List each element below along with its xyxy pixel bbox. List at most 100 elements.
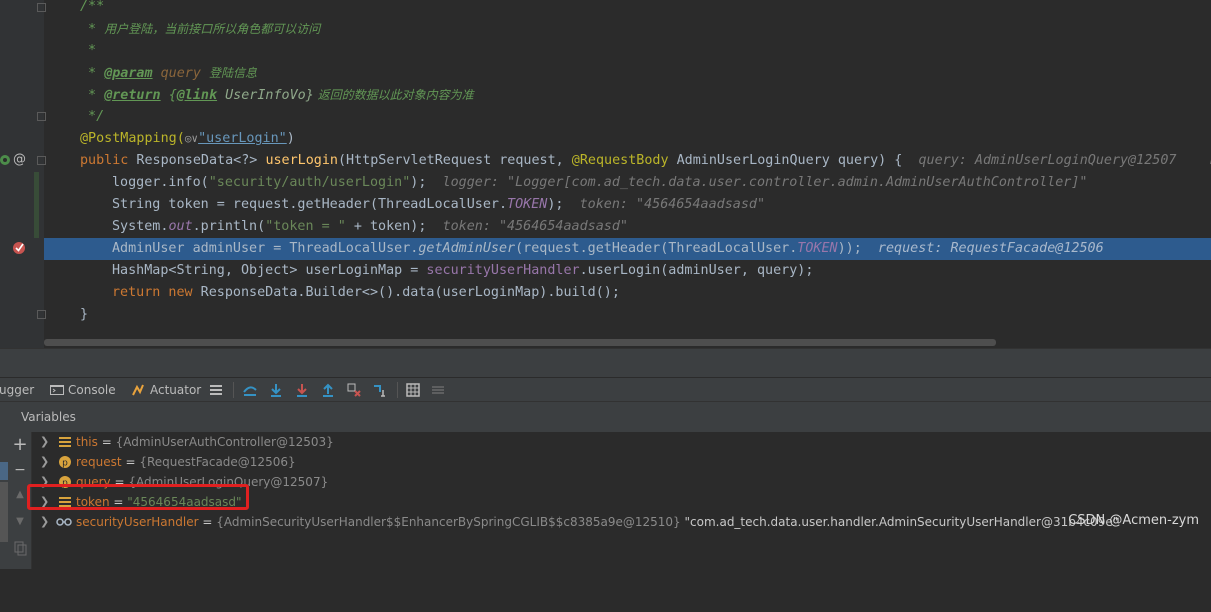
comment-text: 用户登陆，当前接口所以角色都可以访问 [104,22,321,36]
code-line: String token = request.getHeader(ThreadL… [44,194,1211,216]
inline-debug-value: logger: "Logger[com.ad_tech.data.user.co… [442,175,1088,190]
toolbar-separator [397,382,398,398]
code-text: (HttpServletRequest request, [338,153,572,168]
variable-row-this[interactable]: ❯ this = {AdminUserAuthController@12503} [32,432,1211,452]
variable-row-request[interactable]: ❯ p request = {RequestFacade@12506} [32,452,1211,472]
variable-name: request [76,455,122,469]
comment-text: 返回的数据以此对象内容为准 [313,88,474,102]
frame-list-edge [0,482,8,542]
watch-icon [56,518,72,526]
step-into-icon[interactable] [294,382,310,398]
frames-panel-edge[interactable] [0,402,8,569]
closing-brace: } [80,307,89,322]
equals-sign: = [97,435,116,449]
add-watch-icon[interactable]: + [12,436,28,454]
trace-stream-icon[interactable] [430,382,446,398]
chevron-right-icon[interactable]: ❯ [40,432,49,452]
code-text: + token); [345,219,427,234]
vcs-change-marker [34,172,39,194]
javadoc-param-name: query [160,66,201,81]
variable-tostring: "com.ad_tech.data.user.handler.AdminSecu… [680,515,1119,529]
tab-console[interactable]: Console [68,378,116,402]
copy-icon[interactable] [12,540,28,556]
static-method: getAdminUser [418,241,516,256]
comment-brace: { [168,88,177,103]
inline-debug-value: request: RequestFacade@12506 [877,241,1104,256]
code-line: */ [44,106,1211,128]
code-line: * 用户登陆，当前接口所以角色都可以访问 [44,18,1211,40]
comment-text: /** [80,0,105,14]
show-execution-point-icon[interactable] [242,382,258,398]
variable-row-securityuserhandler[interactable]: ❯ securityUserHandler = {AdminSecurityUs… [32,512,1211,532]
comment-star: * [80,43,97,58]
code-text: AdminUserLoginQuery query) { [668,153,903,168]
javadoc-tag: @param [104,66,153,81]
code-text: HashMap<String, Object> userLoginMap = [112,263,427,278]
code-line: * @return {@link UserInfoVo} 返回的数据以此对象内容… [44,84,1211,106]
code-line: logger.info("security/auth/userLogin"); … [44,172,1211,194]
horizontal-scrollbar[interactable] [44,339,996,346]
mapping-string[interactable]: "userLogin" [198,131,287,146]
keyword: return new [112,285,193,300]
chevron-right-icon[interactable]: ❯ [40,512,49,532]
comment-star: * [80,66,105,81]
code-editor[interactable]: @ /** * 用户登陆，当前接口所以角色都可以访问 * * @param qu… [0,0,1211,348]
code-text: )); [837,241,862,256]
code-line: HashMap<String, Object> userLoginMap = s… [44,260,1211,282]
menu-icon[interactable] [208,382,224,398]
code-text: ); [547,197,564,212]
variable-value: {AdminSecurityUserHandler$$EnhancerBySpr… [216,515,681,529]
keyword: public [80,153,129,168]
frame-selection [0,462,8,480]
code-text: ResponseData<?> [128,153,266,168]
code-text: logger.info( [112,175,209,190]
chevron-right-icon[interactable]: ❯ [40,452,49,472]
override-at-icon[interactable]: @ [13,152,26,167]
tab-actuator[interactable]: Actuator [150,378,201,402]
comment-end: */ [80,109,105,124]
equals-sign: = [198,515,217,529]
evaluate-expression-icon[interactable] [405,382,421,398]
code-line: } [44,304,1211,326]
annotation: @PostMapping( [80,131,185,146]
code-text: ResponseData.Builder<>().data(userLoginM… [192,285,620,300]
step-out-icon[interactable] [320,382,336,398]
code-text: .println( [192,219,266,234]
panel-splitter[interactable] [0,348,1211,378]
code-line: public ResponseData<?> userLogin(HttpSer… [44,150,1211,172]
actuator-icon [132,384,144,396]
drop-frame-icon[interactable] [346,382,362,398]
step-over-icon[interactable] [268,382,284,398]
annotation: @RequestBody [571,153,669,168]
editor-gutter[interactable]: @ [0,0,46,348]
code-line: return new ResponseData.Builder<>().data… [44,282,1211,304]
method-name: userLogin [265,153,338,168]
field-icon [59,437,71,447]
comment-star: * [80,22,97,37]
code-text: .userLogin(adminUser, query); [579,263,814,278]
string-literal: "security/auth/userLogin" [208,175,411,190]
code-text: (request.getHeader(ThreadLocalUser. [515,241,798,256]
remove-watch-icon[interactable]: − [12,462,28,478]
param-icon: p [59,456,71,468]
endpoint-globe-icon[interactable]: ◎∨ [185,132,198,145]
code-line: /** [44,0,1211,18]
variables-header: Variables [8,402,1211,432]
tab-debugger[interactable]: ugger [0,378,34,402]
inline-debug-value: query: AdminUserLoginQuery@12507 r [918,153,1211,168]
code-text: ); [410,175,427,190]
move-down-icon[interactable]: ▼ [12,514,28,530]
code-line: System.out.println("token = " + token); … [44,216,1211,238]
variable-name: this [76,435,98,449]
run-gutter-icon[interactable] [0,154,12,166]
variable-name: securityUserHandler [76,515,199,529]
run-to-cursor-icon[interactable] [372,382,388,398]
constant: TOKEN [797,241,838,256]
variables-title: Variables [21,410,76,424]
javadoc-link-type: UserInfoVo} [217,88,314,103]
move-up-icon[interactable]: ▲ [12,487,28,503]
code-text: String token = request.getHeader(ThreadL… [112,197,508,212]
watermark: CSDN @Acmen-zym [1068,513,1199,528]
toolbar-separator [233,382,234,398]
breakpoint-icon[interactable] [12,241,28,255]
